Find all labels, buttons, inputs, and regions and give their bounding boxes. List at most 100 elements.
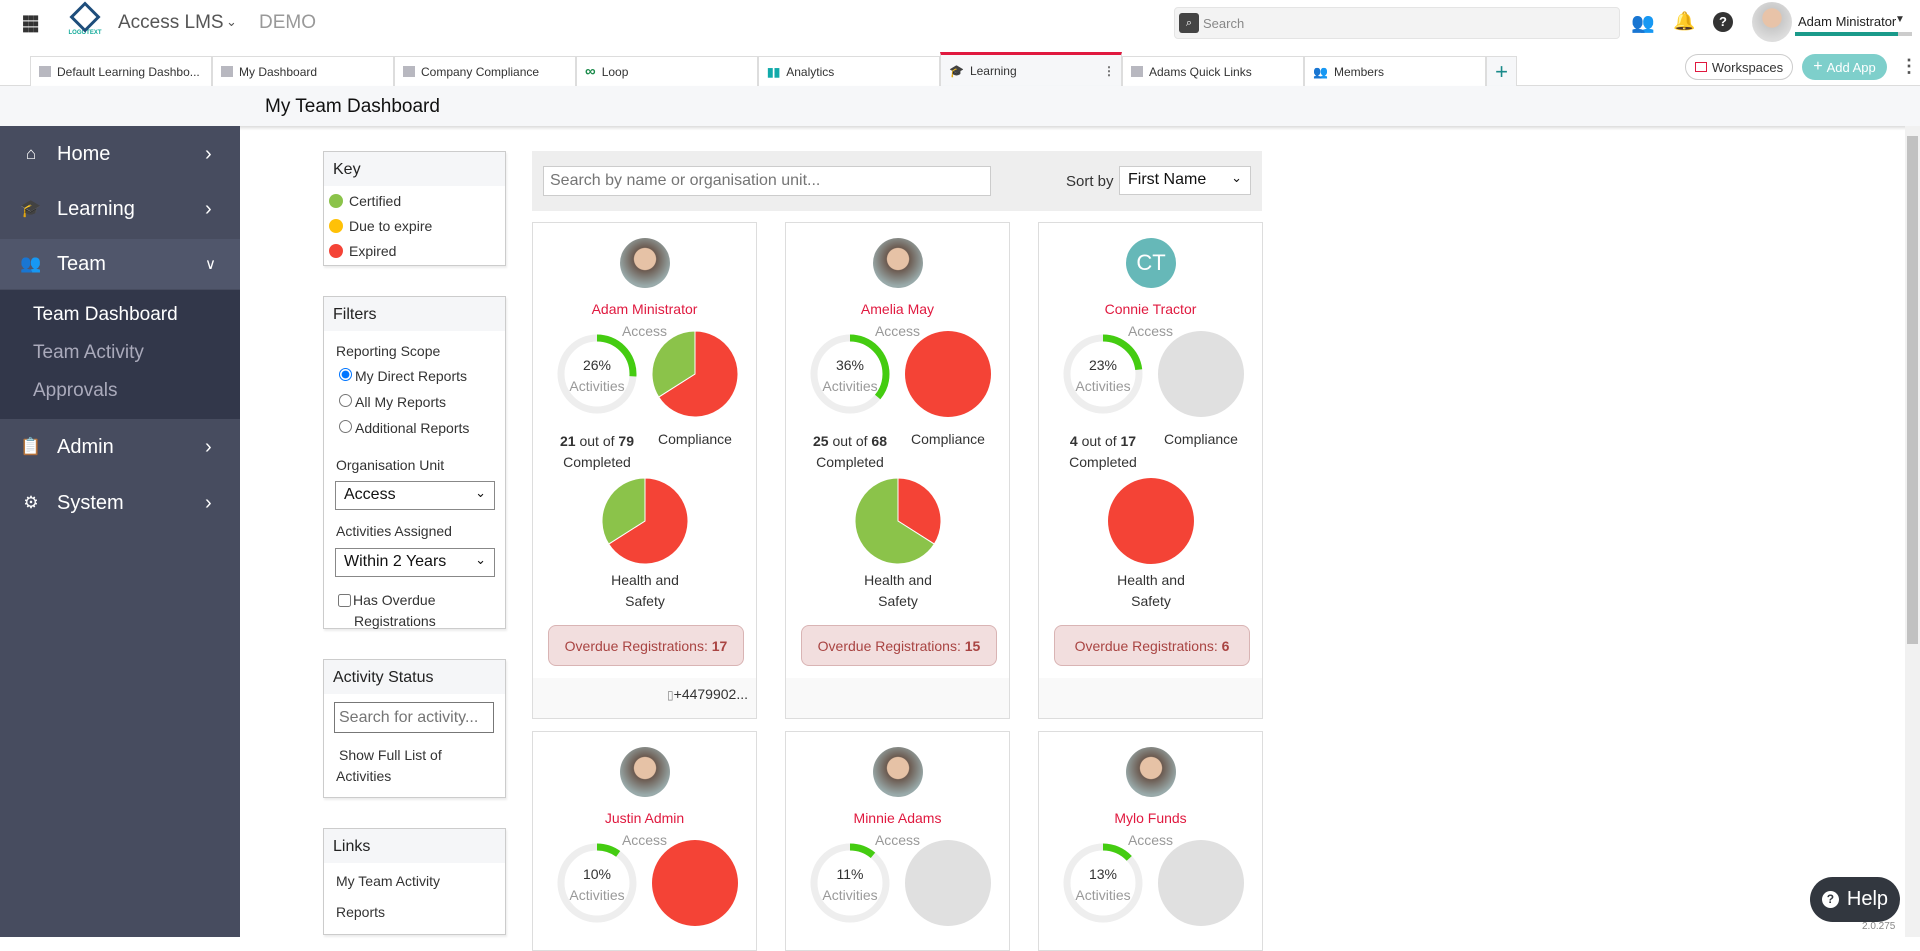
analytics-icon: ▮▮ bbox=[767, 64, 781, 79]
overdue-registrations-button[interactable]: Overdue Registrations: 6 bbox=[1054, 625, 1250, 666]
activities-progress-ring bbox=[1063, 843, 1143, 923]
activities-progress-ring bbox=[810, 843, 890, 923]
version-label: 2.0.275 bbox=[1862, 921, 1896, 932]
app-grid-icon[interactable]: ▪▪▪ ▪▪▪ ▪▪▪ bbox=[22, 8, 39, 40]
sort-by-select[interactable]: First Name ⌄ bbox=[1119, 166, 1251, 195]
avatar[interactable] bbox=[620, 238, 670, 288]
completed-count: 25 out of 68 Completed bbox=[790, 431, 910, 473]
compliance-label: Compliance bbox=[658, 431, 732, 447]
activities-percent: 36% bbox=[835, 357, 865, 373]
activities-progress-ring bbox=[557, 334, 637, 414]
member-toolbar: Sort by First Name ⌄ bbox=[532, 151, 1262, 211]
submenu-team-activity[interactable]: Team Activity bbox=[33, 342, 144, 364]
sidebar-item-label: Admin bbox=[57, 435, 114, 458]
sidebar-item-admin[interactable]: 📋 Admin › bbox=[0, 421, 240, 473]
member-name-link[interactable]: Amelia May bbox=[786, 301, 1009, 317]
link-my-team-activity[interactable]: My Team Activity bbox=[336, 873, 440, 889]
sidebar-item-home[interactable]: ⌂ Home › bbox=[0, 128, 240, 180]
folder-icon bbox=[1131, 66, 1143, 77]
key-label: Certified bbox=[349, 193, 402, 209]
show-full-list-link[interactable]: Show Full List of Activities bbox=[336, 745, 442, 787]
has-overdue-checkbox[interactable]: Has Overdue Registrations bbox=[338, 590, 436, 632]
activity-search-input[interactable] bbox=[334, 702, 494, 733]
mobile-phone-icon: ▯ bbox=[667, 688, 674, 702]
overdue-registrations-button[interactable]: Overdue Registrations: 17 bbox=[548, 625, 744, 666]
app-name[interactable]: Access LMS bbox=[118, 12, 224, 34]
tab-menu-icon[interactable]: ⋮ bbox=[1103, 64, 1115, 78]
links-title: Links bbox=[324, 829, 505, 863]
member-name-link[interactable]: Connie Tractor bbox=[1039, 301, 1262, 317]
tab-adams-quick-links[interactable]: Adams Quick Links bbox=[1122, 56, 1304, 86]
activities-label: Activities bbox=[1075, 378, 1131, 394]
sidebar-item-system[interactable]: ⚙ System › bbox=[0, 477, 240, 529]
gears-icon: ⚙ bbox=[23, 493, 39, 512]
avatar[interactable] bbox=[1126, 747, 1176, 797]
tab-default-learning-dashboard[interactable]: Default Learning Dashbo... bbox=[30, 56, 212, 86]
caret-down-icon[interactable]: ▼ bbox=[1895, 14, 1905, 25]
select-value: Within 2 Years bbox=[344, 553, 447, 570]
radio-my-direct-reports[interactable]: My Direct Reports bbox=[339, 368, 467, 384]
submenu-team-dashboard[interactable]: Team Dashboard bbox=[33, 304, 178, 326]
key-panel: Key Certified Due to expire Expired bbox=[323, 151, 506, 266]
activities-assigned-select[interactable]: Within 2 Years ⌄ bbox=[335, 548, 495, 577]
tab-members[interactable]: 👥 Members bbox=[1304, 56, 1486, 86]
tab-learning[interactable]: 🎓 Learning ⋮ bbox=[940, 52, 1122, 86]
tab-analytics[interactable]: ▮▮ Analytics bbox=[758, 56, 940, 86]
completed-label: Completed bbox=[816, 454, 884, 470]
team-submenu: Team Dashboard Team Activity Approvals bbox=[0, 290, 240, 419]
user-avatar[interactable] bbox=[1752, 2, 1792, 42]
help-label: Help bbox=[1846, 888, 1889, 910]
avatar[interactable]: CT bbox=[1126, 238, 1176, 288]
user-name[interactable]: Adam Ministrator bbox=[1798, 14, 1896, 29]
scrollbar-thumb[interactable] bbox=[1907, 136, 1918, 644]
infinity-icon: ∞ bbox=[585, 63, 596, 80]
chevron-down-icon[interactable]: ⌄ bbox=[226, 14, 237, 30]
overdue-registrations-button[interactable]: Overdue Registrations: 15 bbox=[801, 625, 997, 666]
member-name-link[interactable]: Justin Admin bbox=[533, 810, 756, 826]
people-icon[interactable]: 👥 bbox=[1631, 11, 1655, 35]
tab-company-compliance[interactable]: Company Compliance bbox=[394, 56, 576, 86]
org-unit-select[interactable]: Access ⌄ bbox=[335, 481, 495, 510]
completed-count: 21 out of 79 Completed bbox=[537, 431, 657, 473]
activity-status-title: Activity Status bbox=[324, 660, 505, 694]
help-button[interactable]: ? Help bbox=[1810, 877, 1900, 922]
total-value: 68 bbox=[871, 433, 887, 449]
add-tab-button[interactable]: + bbox=[1486, 56, 1517, 86]
select-value: First Name bbox=[1128, 171, 1207, 188]
global-search[interactable]: ⌕ Search bbox=[1174, 7, 1620, 39]
graduation-cap-icon: 🎓 bbox=[949, 63, 964, 78]
sort-by-label: Sort by bbox=[1066, 173, 1114, 190]
overdue-label: Overdue Registrations: bbox=[1074, 637, 1218, 654]
more-menu-icon[interactable]: ⋮ bbox=[1900, 56, 1918, 77]
member-search-input[interactable] bbox=[543, 166, 991, 196]
key-label: Expired bbox=[349, 243, 397, 259]
tab-label: Company Compliance bbox=[421, 64, 540, 79]
total-value: 79 bbox=[618, 433, 634, 449]
avatar[interactable] bbox=[873, 747, 923, 797]
ring-track bbox=[557, 843, 637, 923]
scrollbar[interactable] bbox=[1905, 126, 1920, 937]
user-progress-bar bbox=[1795, 32, 1912, 36]
tab-loop[interactable]: ∞ Loop bbox=[576, 56, 758, 86]
tab-my-dashboard[interactable]: My Dashboard bbox=[212, 56, 394, 86]
radio-all-my-reports[interactable]: All My Reports bbox=[339, 394, 446, 410]
radio-additional-reports[interactable]: Additional Reports bbox=[339, 420, 469, 436]
help-circle-icon[interactable]: ? bbox=[1713, 12, 1733, 32]
yellow-dot-icon bbox=[329, 219, 343, 233]
sidebar-item-team[interactable]: 👥 Team ∨ bbox=[0, 239, 240, 289]
avatar[interactable] bbox=[620, 747, 670, 797]
member-name-link[interactable]: Adam Ministrator bbox=[533, 301, 756, 317]
member-name-link[interactable]: Minnie Adams bbox=[786, 810, 1009, 826]
submenu-approvals[interactable]: Approvals bbox=[33, 380, 118, 402]
compliance-label: Compliance bbox=[911, 431, 985, 447]
workspaces-button[interactable]: Workspaces bbox=[1685, 54, 1793, 80]
clipboard-icon: 📋 bbox=[20, 437, 42, 456]
sidebar-item-learning[interactable]: 🎓 Learning › bbox=[0, 183, 240, 235]
chevron-right-icon: › bbox=[205, 197, 212, 220]
member-name-link[interactable]: Mylo Funds bbox=[1039, 810, 1262, 826]
avatar[interactable] bbox=[873, 238, 923, 288]
phone-number[interactable]: +4479902... bbox=[674, 686, 748, 702]
bell-icon[interactable]: 🔔 bbox=[1673, 11, 1695, 32]
add-app-button[interactable]: + Add App bbox=[1802, 54, 1887, 80]
link-reports[interactable]: Reports bbox=[336, 904, 385, 920]
